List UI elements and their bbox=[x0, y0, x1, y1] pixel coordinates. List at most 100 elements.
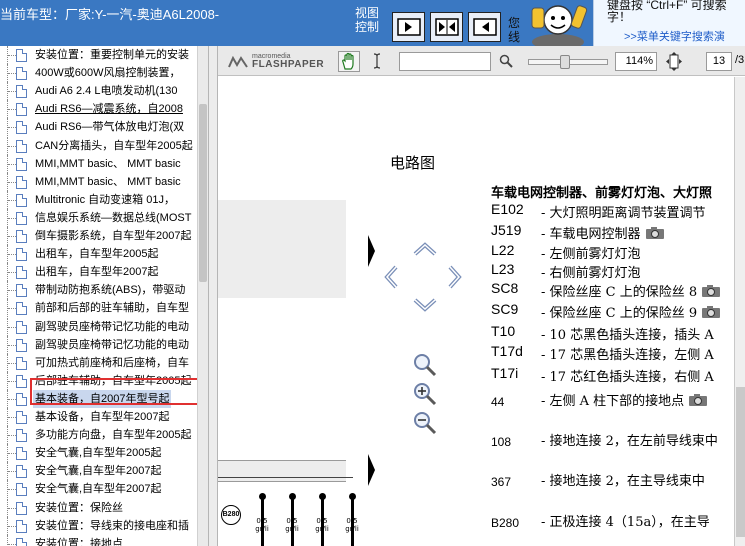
legend-description-text: - 左侧前雾灯灯泡 bbox=[541, 247, 641, 262]
tree-item[interactable]: 安装位置：重要控制单元的安装 bbox=[0, 46, 200, 64]
tree-item[interactable]: Audi A6 2.4 L电喷发动机(130 bbox=[0, 82, 200, 101]
tree-item-label: 可加热式前座椅和后座椅，自车 bbox=[35, 356, 189, 369]
view-split-pane-button[interactable] bbox=[430, 12, 463, 42]
view-single-pane-button[interactable] bbox=[392, 12, 425, 42]
text-select-icon[interactable] bbox=[370, 52, 384, 70]
wire-junction-dot bbox=[289, 493, 296, 500]
zoom-slider-thumb[interactable] bbox=[560, 55, 570, 69]
document-scrollbar[interactable] bbox=[734, 77, 745, 546]
tree-item[interactable]: MMI,MMT basic、 MMT basic bbox=[0, 154, 200, 173]
tree-item[interactable]: 安全气囊,自车型年2005起 bbox=[0, 444, 200, 463]
tree-item[interactable]: 安装位置：导线束的接电座和插 bbox=[0, 516, 200, 535]
legend-description-text: - 17 芯黑色插头连接，左侧 A bbox=[541, 348, 714, 363]
search-input[interactable] bbox=[399, 52, 491, 71]
tree-item[interactable]: 信息娱乐系统—数据总线(MOST bbox=[0, 208, 200, 227]
tree-item-label: 安装位置：重要控制单元的安装 bbox=[35, 49, 189, 61]
tree-scrollbar-thumb[interactable] bbox=[199, 104, 207, 282]
legend-row: L23 - 右侧前雾灯灯泡 bbox=[491, 261, 745, 281]
tree-item[interactable]: Audi RS6—带气体放电灯泡(双 bbox=[0, 118, 200, 137]
tree-scrollbar[interactable] bbox=[197, 46, 208, 546]
logo-big-text: FLASHPAPER bbox=[252, 59, 325, 70]
tree-item-label: 基本设备，自车型年2007起 bbox=[35, 411, 170, 423]
pan-down-icon[interactable] bbox=[413, 298, 437, 312]
magnifier-icon[interactable] bbox=[412, 352, 438, 378]
zoom-slider[interactable] bbox=[528, 55, 608, 69]
legend-description: - 左侧 A 柱下部的接地点 bbox=[541, 390, 708, 409]
zoom-in-icon[interactable] bbox=[412, 381, 438, 407]
nin-label: 您线 bbox=[508, 16, 521, 44]
flashpaper-logo: macromedia FLASHPAPER bbox=[228, 53, 328, 71]
document-icon bbox=[16, 49, 27, 62]
legend-code: L22 bbox=[491, 242, 515, 258]
pan-navigation-pad[interactable] bbox=[382, 237, 468, 323]
legend-code: 367 bbox=[491, 475, 512, 489]
tree-item[interactable]: 副驾驶员座椅带记忆功能的电动 bbox=[0, 317, 200, 336]
tree-item-label: 安全气囊,自车型年2005起 bbox=[35, 447, 162, 460]
tree-item[interactable]: 基本设备，自车型年2007起 bbox=[0, 408, 200, 426]
tree-item[interactable]: 安装位置：保险丝 bbox=[0, 498, 200, 517]
help-text-line2: 字！ bbox=[607, 10, 632, 24]
tree-item[interactable]: 前部和后部的驻车辅助，自车型 bbox=[0, 299, 200, 318]
document-view[interactable]: 电路图 车载电网控制器、前雾灯灯泡、大灯照 E102 - 大灯照明距离调节装置调节… bbox=[218, 77, 745, 546]
view-control-label: 视图控制 bbox=[354, 6, 379, 34]
section-title: 电路图 bbox=[390, 154, 436, 172]
tree-item[interactable]: CAN分离插头，自车型年2005起 bbox=[0, 136, 200, 155]
tree-item[interactable]: 多功能方向盘，自车型年2005起 bbox=[0, 426, 200, 445]
legend-description: - 保险丝座 C 上的保险丝 8 bbox=[541, 281, 721, 300]
tree-item[interactable]: 带制动防抱系统(ABS)，带驱动 bbox=[0, 281, 200, 300]
camera-icon[interactable] bbox=[688, 393, 708, 407]
tree-item[interactable]: 副驾驶员座椅带记忆功能的电动 bbox=[0, 335, 200, 354]
document-scrollbar-thumb[interactable] bbox=[736, 387, 745, 537]
tree-item[interactable]: 安全气囊,自车型年2007起 bbox=[0, 462, 200, 481]
legend-code: T17d bbox=[491, 343, 523, 359]
document-icon bbox=[16, 302, 27, 316]
pane-split-icon bbox=[435, 18, 459, 36]
legend-code: 44 bbox=[491, 395, 505, 409]
camera-icon[interactable] bbox=[645, 226, 665, 240]
tree-item[interactable]: 安装位置：接地点 bbox=[0, 534, 200, 546]
tree-item[interactable]: 出租车，自车型年2007起 bbox=[0, 263, 200, 282]
legend-row: L22 - 左侧前雾灯灯泡 bbox=[491, 242, 745, 262]
legend-description: - 17 芯红色插头连接，右侧 A bbox=[541, 366, 714, 385]
tree-item[interactable]: 可加热式前座椅和后座椅，自车 bbox=[0, 353, 200, 372]
mascot-icon bbox=[531, 5, 588, 46]
zoom-percent-field[interactable]: 114% bbox=[615, 52, 657, 71]
page-number-field[interactable]: 13 bbox=[706, 52, 732, 71]
legend-description-text: - 10 芯黑色插头连接，插头 A bbox=[541, 328, 714, 343]
keyword-search-demo-link[interactable]: >>菜单关键字搜索演 bbox=[624, 28, 725, 44]
help-box: 键盘按 “Ctrl+F” 可搜索 字！ >>菜单关键字搜索演 bbox=[593, 0, 745, 46]
document-icon bbox=[16, 67, 27, 81]
tree-item[interactable]: Audi RS6—减震系统，自2008 bbox=[0, 100, 200, 119]
search-icon[interactable] bbox=[499, 54, 513, 68]
view-left-pane-button[interactable] bbox=[468, 12, 501, 42]
camera-icon[interactable] bbox=[701, 305, 721, 319]
hand-tool-button[interactable] bbox=[338, 51, 360, 72]
pan-left-icon[interactable] bbox=[384, 265, 398, 289]
legend-code: SC9 bbox=[491, 301, 519, 317]
tree-item[interactable]: 安全气囊,自车型年2007起 bbox=[0, 480, 200, 499]
pane-splitter[interactable] bbox=[208, 46, 218, 546]
document-icon bbox=[16, 537, 27, 546]
legend-description: - 接地连接 2，在左前导线束中 bbox=[541, 430, 718, 449]
legend-description-text: - 车载电网控制器 bbox=[541, 227, 641, 242]
document-tree: 安装位置：重要控制单元的安装 400W或600W风扇控制装置， Audi A6 2.… bbox=[0, 46, 208, 546]
tree-item[interactable]: Multitronic 自动变速箱 01J， bbox=[0, 190, 200, 209]
tree-item-label: 副驾驶员座椅带记忆功能的电动 bbox=[35, 338, 189, 351]
tree-item-label: 安全气囊,自车型年2007起 bbox=[35, 483, 162, 496]
tree-item-label: 带制动防抱系统(ABS)，带驱动 bbox=[35, 284, 186, 297]
camera-icon[interactable] bbox=[701, 284, 721, 298]
pan-right-icon[interactable] bbox=[448, 265, 462, 289]
document-icon bbox=[16, 411, 27, 424]
wire-junction-dot bbox=[319, 493, 326, 500]
tree-item-label: CAN分离插头，自车型年2005起 bbox=[35, 139, 193, 152]
tree-item[interactable]: MMI,MMT basic、 MMT basic bbox=[0, 172, 200, 191]
tree-item[interactable]: 倒车摄影系统，自车型年2007起 bbox=[0, 227, 200, 245]
tree-item[interactable]: 出租车，自车型年2005起 bbox=[0, 245, 200, 264]
legend-description: - 保险丝座 C 上的保险丝 9 bbox=[541, 302, 721, 321]
zoom-out-icon[interactable] bbox=[412, 410, 438, 436]
pan-up-icon[interactable] bbox=[413, 242, 437, 256]
fit-page-icon[interactable] bbox=[666, 52, 682, 71]
legend-description-text: - 右侧前雾灯灯泡 bbox=[541, 266, 641, 281]
tree-item[interactable]: 400W或600W风扇控制装置， bbox=[0, 64, 200, 83]
document-icon bbox=[16, 356, 27, 370]
